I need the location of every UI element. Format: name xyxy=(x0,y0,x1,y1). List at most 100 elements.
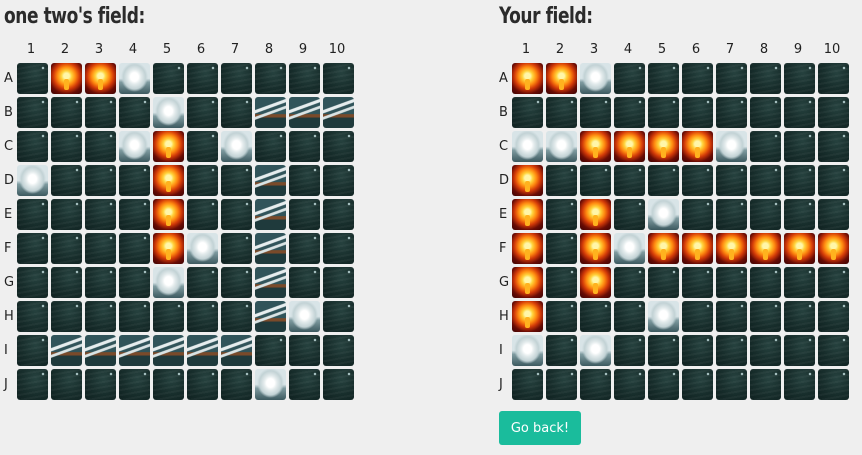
opponent-cell-B4-sea-tile-icon[interactable] xyxy=(119,97,150,128)
opponent-cell-G4-sea-tile-icon[interactable] xyxy=(119,267,150,298)
opponent-cell-E1-sea-tile-icon[interactable] xyxy=(17,199,48,230)
own-cell-C2-splash-tile-icon[interactable] xyxy=(546,131,577,162)
opponent-cell-J6-sea-tile-icon[interactable] xyxy=(187,369,218,400)
own-cell-F9-explosion-tile-icon[interactable] xyxy=(784,233,815,264)
own-cell-H5-splash-tile-icon[interactable] xyxy=(648,301,679,332)
opponent-cell-A2-explosion-tile-icon[interactable] xyxy=(51,63,82,94)
opponent-cell-J10-sea-tile-icon[interactable] xyxy=(323,369,354,400)
opponent-cell-G8-ship-tile-icon[interactable] xyxy=(255,267,286,298)
own-cell-I2-sea-tile-icon[interactable] xyxy=(546,335,577,366)
own-cell-D6-sea-tile-icon[interactable] xyxy=(682,165,713,196)
opponent-cell-F8-ship-tile-icon[interactable] xyxy=(255,233,286,264)
opponent-cell-A5-sea-tile-icon[interactable] xyxy=(153,63,184,94)
own-cell-A10-sea-tile-icon[interactable] xyxy=(818,63,849,94)
own-cell-G1-explosion-tile-icon[interactable] xyxy=(512,267,543,298)
opponent-cell-D8-ship-tile-icon[interactable] xyxy=(255,165,286,196)
opponent-cell-B5-splash-tile-icon[interactable] xyxy=(153,97,184,128)
opponent-cell-A6-sea-tile-icon[interactable] xyxy=(187,63,218,94)
opponent-cell-F2-sea-tile-icon[interactable] xyxy=(51,233,82,264)
opponent-cell-I4-ship-tile-icon[interactable] xyxy=(119,335,150,366)
own-cell-H3-sea-tile-icon[interactable] xyxy=(580,301,611,332)
opponent-cell-J4-sea-tile-icon[interactable] xyxy=(119,369,150,400)
opponent-cell-D3-sea-tile-icon[interactable] xyxy=(85,165,116,196)
own-cell-E8-sea-tile-icon[interactable] xyxy=(750,199,781,230)
own-cell-B7-sea-tile-icon[interactable] xyxy=(716,97,747,128)
own-cell-G8-sea-tile-icon[interactable] xyxy=(750,267,781,298)
own-cell-G6-sea-tile-icon[interactable] xyxy=(682,267,713,298)
own-cell-G10-sea-tile-icon[interactable] xyxy=(818,267,849,298)
own-cell-I10-sea-tile-icon[interactable] xyxy=(818,335,849,366)
own-cell-E3-explosion-tile-icon[interactable] xyxy=(580,199,611,230)
opponent-cell-H9-splash-tile-icon[interactable] xyxy=(289,301,320,332)
opponent-cell-J2-sea-tile-icon[interactable] xyxy=(51,369,82,400)
own-cell-I9-sea-tile-icon[interactable] xyxy=(784,335,815,366)
own-cell-F5-explosion-tile-icon[interactable] xyxy=(648,233,679,264)
own-cell-I1-splash-tile-icon[interactable] xyxy=(512,335,543,366)
opponent-cell-H10-sea-tile-icon[interactable] xyxy=(323,301,354,332)
own-cell-B9-sea-tile-icon[interactable] xyxy=(784,97,815,128)
own-cell-C10-sea-tile-icon[interactable] xyxy=(818,131,849,162)
opponent-cell-G1-sea-tile-icon[interactable] xyxy=(17,267,48,298)
opponent-cell-I8-sea-tile-icon[interactable] xyxy=(255,335,286,366)
own-cell-C9-sea-tile-icon[interactable] xyxy=(784,131,815,162)
opponent-cell-I5-ship-tile-icon[interactable] xyxy=(153,335,184,366)
own-cell-B6-sea-tile-icon[interactable] xyxy=(682,97,713,128)
opponent-cell-C8-sea-tile-icon[interactable] xyxy=(255,131,286,162)
opponent-cell-H3-sea-tile-icon[interactable] xyxy=(85,301,116,332)
opponent-cell-B8-ship-tile-icon[interactable] xyxy=(255,97,286,128)
opponent-cell-E9-sea-tile-icon[interactable] xyxy=(289,199,320,230)
opponent-cell-F7-sea-tile-icon[interactable] xyxy=(221,233,252,264)
own-cell-D8-sea-tile-icon[interactable] xyxy=(750,165,781,196)
own-cell-E4-sea-tile-icon[interactable] xyxy=(614,199,645,230)
opponent-cell-B7-sea-tile-icon[interactable] xyxy=(221,97,252,128)
own-cell-H8-sea-tile-icon[interactable] xyxy=(750,301,781,332)
opponent-cell-F3-sea-tile-icon[interactable] xyxy=(85,233,116,264)
own-cell-E1-explosion-tile-icon[interactable] xyxy=(512,199,543,230)
own-cell-E6-sea-tile-icon[interactable] xyxy=(682,199,713,230)
own-cell-I7-sea-tile-icon[interactable] xyxy=(716,335,747,366)
opponent-cell-B1-sea-tile-icon[interactable] xyxy=(17,97,48,128)
own-cell-D2-sea-tile-icon[interactable] xyxy=(546,165,577,196)
own-cell-G9-sea-tile-icon[interactable] xyxy=(784,267,815,298)
opponent-cell-J1-sea-tile-icon[interactable] xyxy=(17,369,48,400)
own-cell-I8-sea-tile-icon[interactable] xyxy=(750,335,781,366)
own-cell-A6-sea-tile-icon[interactable] xyxy=(682,63,713,94)
opponent-cell-F4-sea-tile-icon[interactable] xyxy=(119,233,150,264)
opponent-cell-H8-ship-tile-icon[interactable] xyxy=(255,301,286,332)
own-cell-A1-explosion-tile-icon[interactable] xyxy=(512,63,543,94)
opponent-cell-D6-sea-tile-icon[interactable] xyxy=(187,165,218,196)
opponent-cell-I10-sea-tile-icon[interactable] xyxy=(323,335,354,366)
own-cell-B3-sea-tile-icon[interactable] xyxy=(580,97,611,128)
own-cell-D3-sea-tile-icon[interactable] xyxy=(580,165,611,196)
opponent-cell-A4-splash-tile-icon[interactable] xyxy=(119,63,150,94)
opponent-cell-D5-explosion-tile-icon[interactable] xyxy=(153,165,184,196)
own-cell-G7-sea-tile-icon[interactable] xyxy=(716,267,747,298)
own-cell-E7-sea-tile-icon[interactable] xyxy=(716,199,747,230)
opponent-cell-G3-sea-tile-icon[interactable] xyxy=(85,267,116,298)
opponent-cell-D4-sea-tile-icon[interactable] xyxy=(119,165,150,196)
own-cell-D7-sea-tile-icon[interactable] xyxy=(716,165,747,196)
own-cell-C1-splash-tile-icon[interactable] xyxy=(512,131,543,162)
own-cell-J9-sea-tile-icon[interactable] xyxy=(784,369,815,400)
own-cell-F2-sea-tile-icon[interactable] xyxy=(546,233,577,264)
opponent-cell-I3-ship-tile-icon[interactable] xyxy=(85,335,116,366)
opponent-cell-A10-sea-tile-icon[interactable] xyxy=(323,63,354,94)
opponent-cell-B9-ship-tile-icon[interactable] xyxy=(289,97,320,128)
own-cell-H1-explosion-tile-icon[interactable] xyxy=(512,301,543,332)
opponent-cell-C6-sea-tile-icon[interactable] xyxy=(187,131,218,162)
opponent-cell-H2-sea-tile-icon[interactable] xyxy=(51,301,82,332)
opponent-cell-C10-sea-tile-icon[interactable] xyxy=(323,131,354,162)
opponent-cell-G10-sea-tile-icon[interactable] xyxy=(323,267,354,298)
own-cell-H2-sea-tile-icon[interactable] xyxy=(546,301,577,332)
opponent-cell-A9-sea-tile-icon[interactable] xyxy=(289,63,320,94)
own-cell-G5-sea-tile-icon[interactable] xyxy=(648,267,679,298)
opponent-cell-D1-splash-tile-icon[interactable] xyxy=(17,165,48,196)
opponent-cell-D10-sea-tile-icon[interactable] xyxy=(323,165,354,196)
own-cell-H9-sea-tile-icon[interactable] xyxy=(784,301,815,332)
go-back-button[interactable]: Go back! xyxy=(499,411,581,445)
opponent-cell-E2-sea-tile-icon[interactable] xyxy=(51,199,82,230)
own-cell-C6-explosion-tile-icon[interactable] xyxy=(682,131,713,162)
own-cell-G2-sea-tile-icon[interactable] xyxy=(546,267,577,298)
own-cell-C3-explosion-tile-icon[interactable] xyxy=(580,131,611,162)
opponent-cell-I2-ship-tile-icon[interactable] xyxy=(51,335,82,366)
